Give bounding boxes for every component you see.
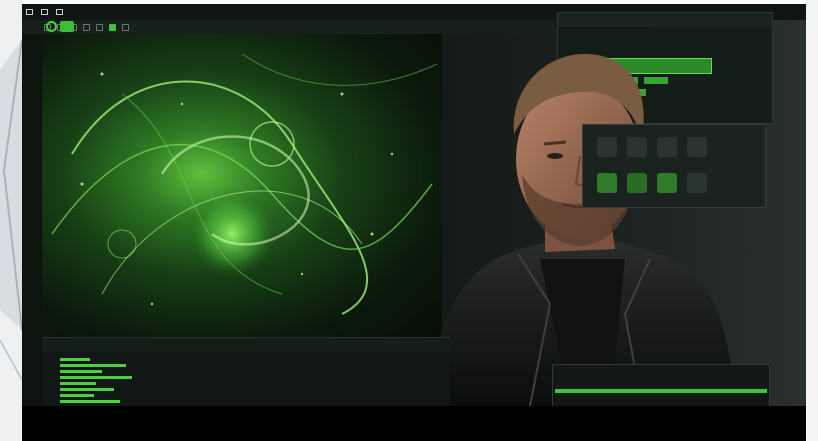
asset-thumb-6[interactable]	[627, 173, 647, 193]
ring-icon[interactable]	[46, 21, 57, 32]
viewport-canvas[interactable]	[42, 34, 442, 344]
play-button[interactable]	[60, 21, 74, 32]
console-line	[60, 370, 102, 373]
active-tool-icon[interactable]	[109, 23, 116, 31]
scale-icon[interactable]	[83, 23, 90, 31]
brush-icon[interactable]	[96, 23, 103, 31]
asset-thumb-4[interactable]	[687, 137, 707, 157]
timeline-panel	[552, 364, 770, 406]
console-header	[42, 338, 450, 352]
right-border	[806, 0, 818, 441]
asset-thumb-3[interactable]	[657, 137, 677, 157]
console-line	[60, 358, 90, 361]
asset-panel	[582, 124, 766, 208]
console-panel	[42, 337, 450, 406]
console-line	[60, 364, 126, 367]
console-line	[60, 388, 114, 391]
console-line	[60, 400, 120, 403]
asset-thumb-1[interactable]	[597, 137, 617, 157]
asset-thumb-7[interactable]	[657, 173, 677, 193]
grid-icon[interactable]	[41, 9, 48, 15]
timeline-progress[interactable]	[555, 389, 767, 393]
snap-icon[interactable]	[122, 23, 129, 31]
left-decoration	[0, 0, 22, 441]
person-photo	[410, 44, 740, 406]
app-window	[22, 4, 806, 406]
letterbox-bar	[22, 406, 806, 441]
console-line	[60, 382, 96, 385]
screenshot-frame	[0, 0, 818, 441]
panel-header	[558, 13, 772, 27]
chevron-icon[interactable]	[56, 9, 63, 15]
toolbar	[22, 20, 560, 34]
asset-thumb-2[interactable]	[627, 137, 647, 157]
energy-artwork	[51, 53, 438, 315]
console-line	[60, 376, 132, 379]
console-line	[60, 394, 94, 397]
square-icon[interactable]	[26, 9, 33, 15]
asset-thumb-8[interactable]	[687, 173, 707, 193]
asset-thumb-5[interactable]	[597, 173, 617, 193]
